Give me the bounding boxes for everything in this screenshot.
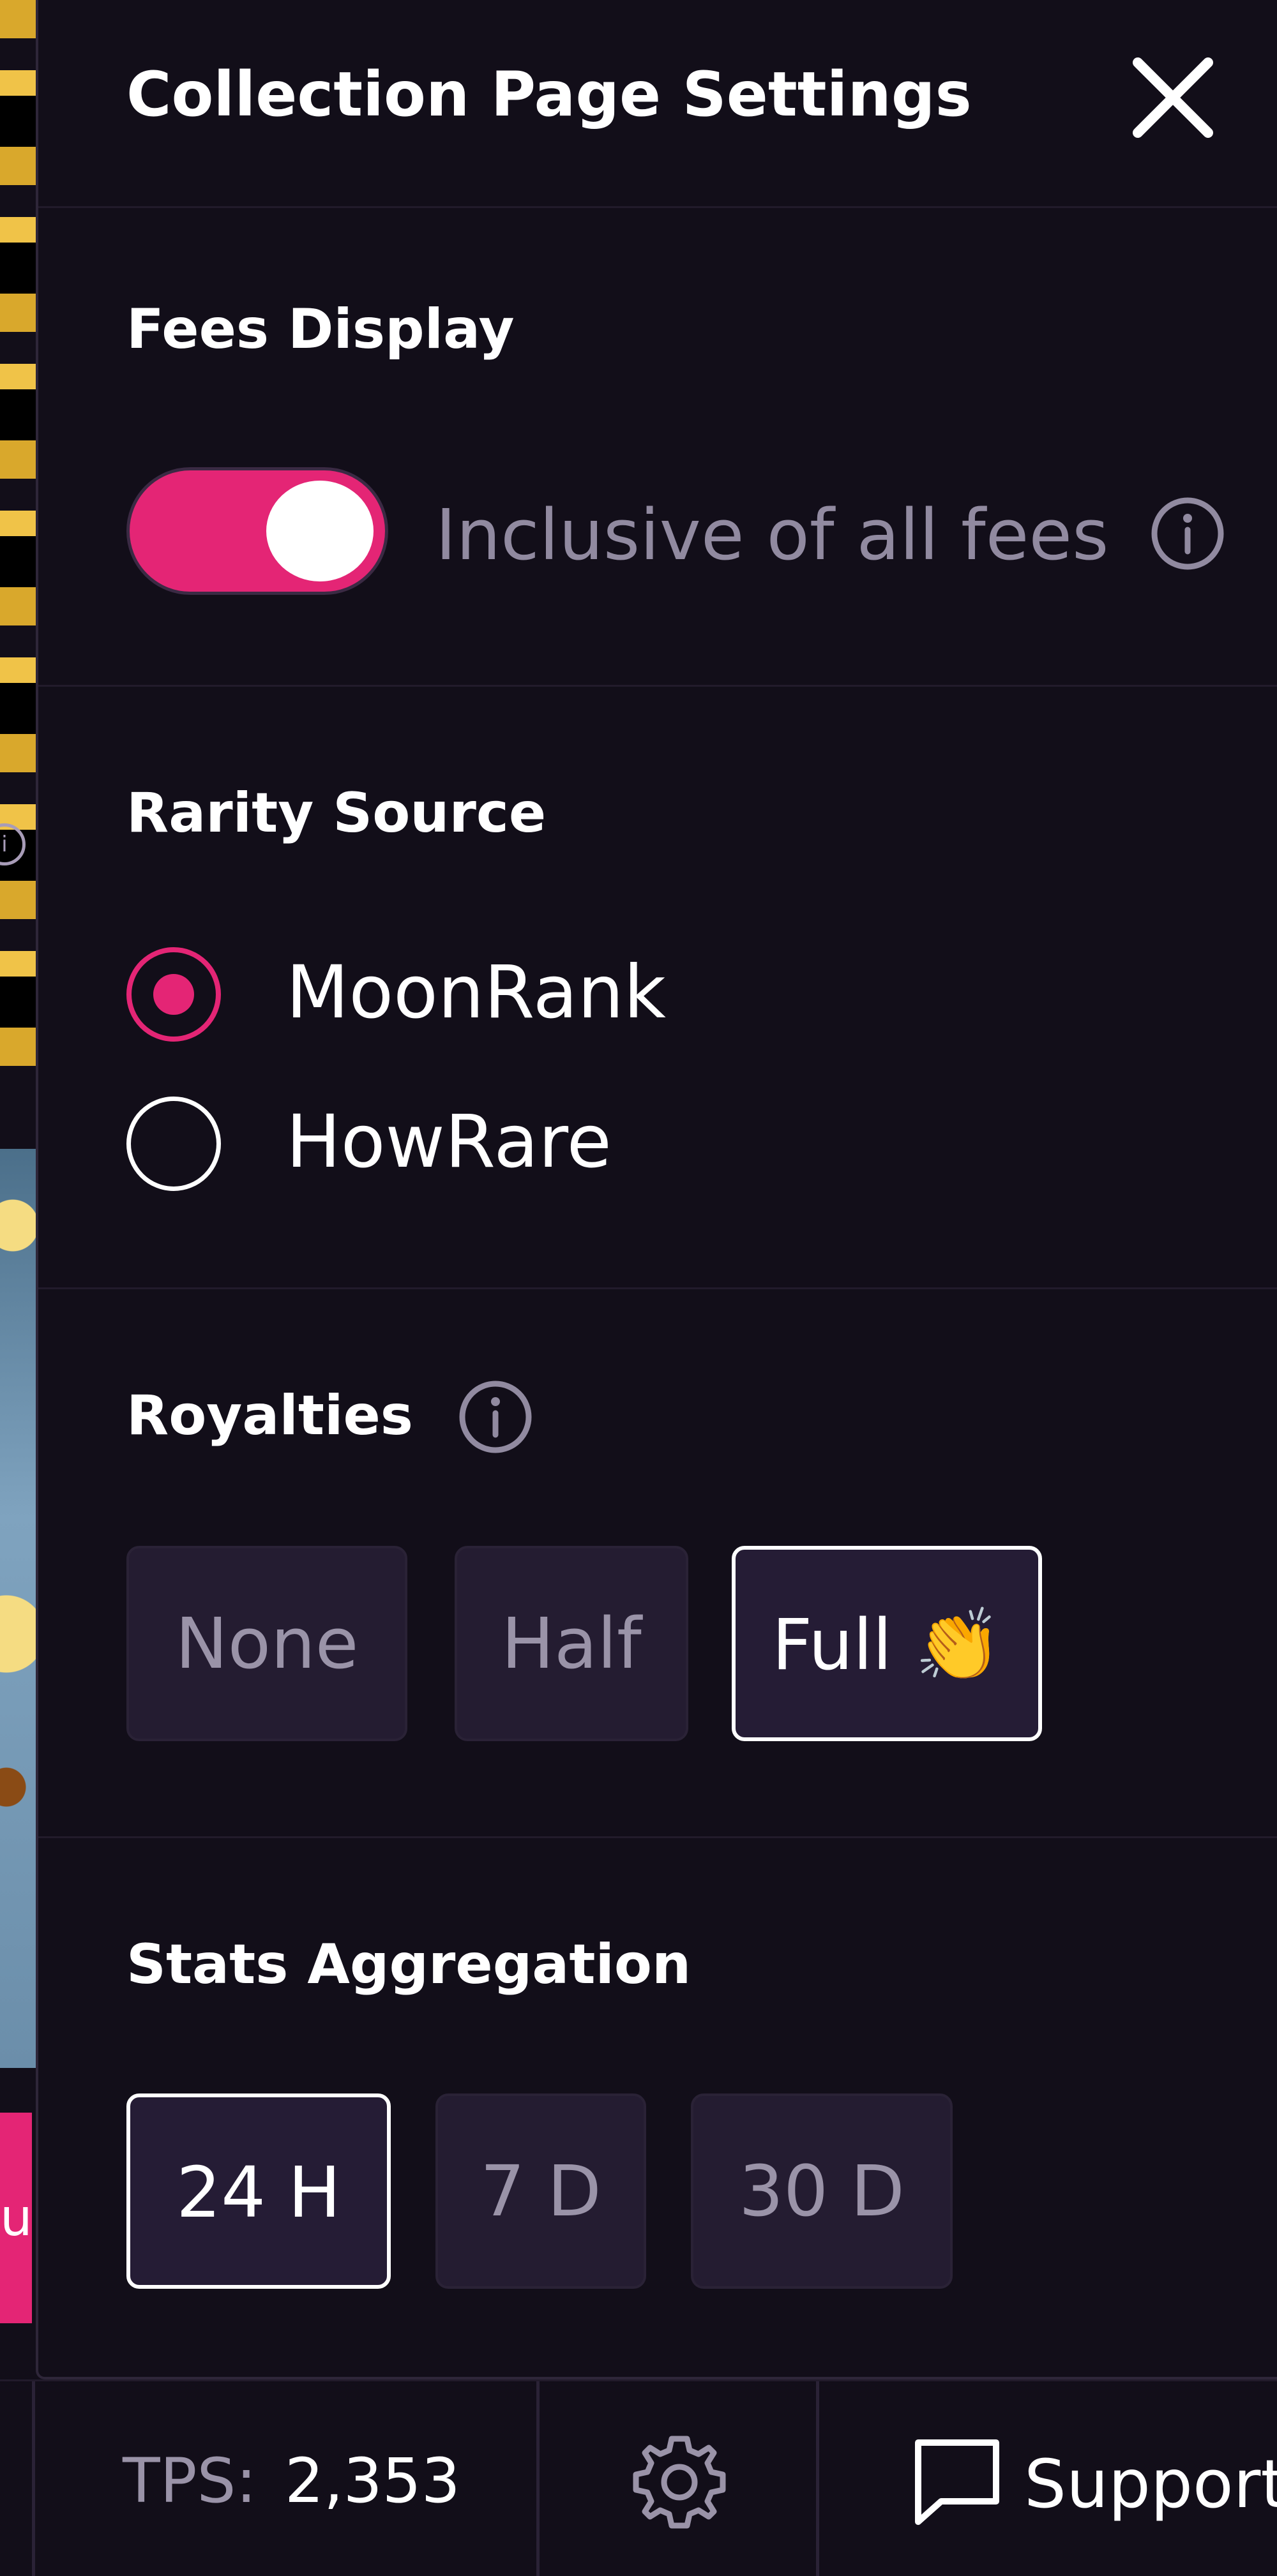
footer-divider — [32, 2381, 35, 2576]
rarity-source-title: Rarity Source — [126, 781, 547, 845]
stats-aggregation-section: Stats Aggregation 24 H 7 D 30 D — [38, 1838, 1277, 2379]
settings-button[interactable] — [628, 2431, 730, 2533]
stats-7d-button[interactable]: 7 D — [435, 2093, 646, 2289]
info-icon[interactable] — [1149, 495, 1226, 572]
royalties-title: Royalties — [126, 1384, 413, 1448]
gear-icon — [633, 2436, 726, 2529]
fees-toggle[interactable] — [126, 467, 388, 595]
radio-option-moonrank[interactable]: MoonRank — [126, 941, 893, 1043]
close-icon — [1133, 57, 1213, 138]
radio-label: HowRare — [286, 1099, 612, 1184]
background-gap — [0, 2068, 36, 2119]
rarity-source-section: Rarity Source MoonRank HowRare — [38, 687, 1277, 1289]
tps-label: TPS: — [123, 2445, 257, 2517]
royalty-full-button[interactable]: Full 👏 — [732, 1546, 1042, 1741]
background-thumbnail — [0, 0, 36, 1098]
radio-button[interactable] — [126, 1097, 221, 1191]
royalty-half-button[interactable]: Half — [455, 1546, 688, 1741]
footer-divider — [816, 2381, 819, 2576]
drawer-title: Collection Page Settings — [126, 59, 972, 130]
stats-aggregation-title: Stats Aggregation — [126, 1933, 691, 1996]
drawer-header: Collection Page Settings — [38, 0, 1277, 208]
radio-label: MoonRank — [286, 950, 666, 1035]
toggle-knob — [266, 481, 374, 581]
fees-display-section: Fees Display Inclusive of all fees — [38, 208, 1277, 687]
radio-button-selected[interactable] — [126, 947, 221, 1042]
background-thumbnail — [0, 1149, 36, 2068]
stats-30d-button[interactable]: 30 D — [691, 2093, 953, 2289]
background-gap — [0, 1098, 36, 1149]
chat-bubble-icon — [915, 2439, 999, 2525]
support-label: Support — [1024, 2445, 1277, 2523]
royalties-section: Royalties None Half Full 👏 — [38, 1289, 1277, 1838]
stats-24h-button[interactable]: 24 H — [126, 2093, 391, 2289]
tps-value: 2,353 — [285, 2445, 460, 2517]
settings-drawer: Collection Page Settings Fees Display In… — [36, 0, 1277, 2379]
royalty-none-button[interactable]: None — [126, 1546, 407, 1741]
info-icon[interactable] — [457, 1379, 534, 1455]
radio-option-howrare[interactable]: HowRare — [126, 1090, 893, 1192]
background-pink-button: u — [0, 2113, 32, 2323]
footer-divider — [536, 2381, 540, 2576]
footer-bar: TPS: 2,353 Support — [0, 2379, 1277, 2576]
fees-toggle-label: Inclusive of all fees — [435, 494, 1109, 576]
background-collection-strip: u i — [0, 0, 36, 2374]
fees-display-title: Fees Display — [126, 297, 515, 361]
support-button[interactable]: Support — [909, 2432, 1277, 2528]
close-button[interactable] — [1131, 56, 1214, 139]
